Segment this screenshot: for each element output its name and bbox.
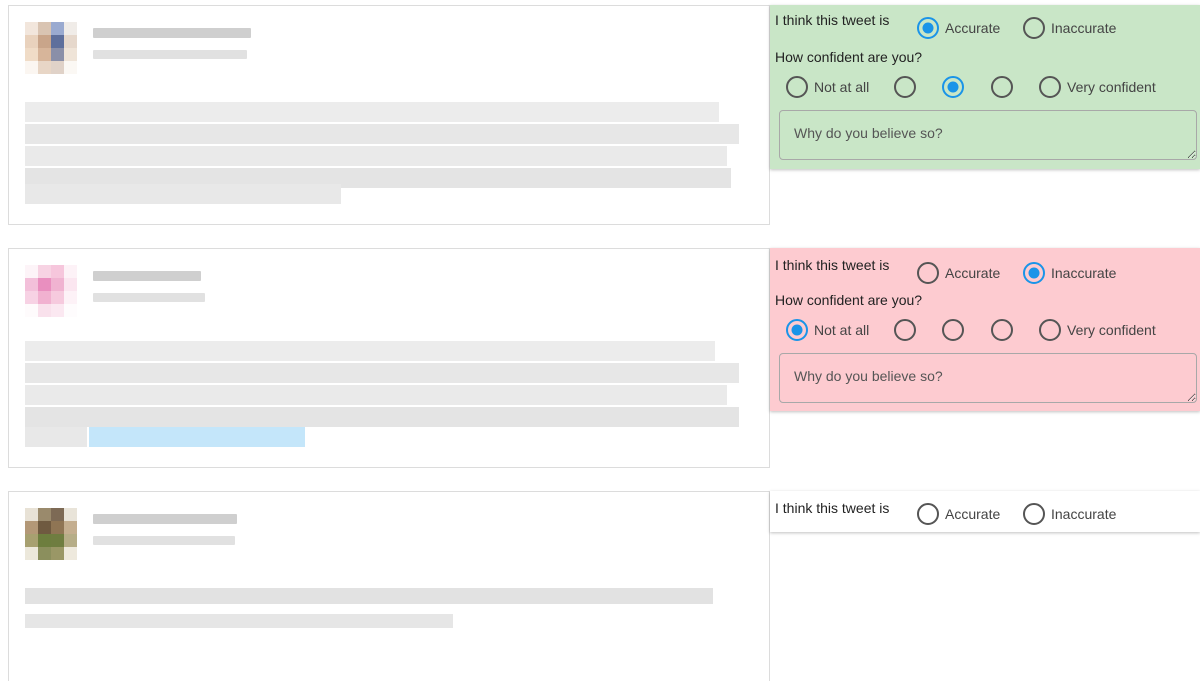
rating-panel: I think this tweet is Accurate Inaccurat… <box>770 248 1200 411</box>
confidence-radio-1-circle[interactable] <box>786 319 808 341</box>
accurate-label: Accurate <box>945 265 1001 281</box>
confidence-radio-2-circle[interactable] <box>894 319 916 341</box>
accurate-radio[interactable]: Accurate <box>917 262 1000 284</box>
accuracy-question: I think this tweet is <box>775 500 890 516</box>
rating-panel: I think this tweet is Accurate Inaccurat… <box>770 491 1200 532</box>
not-at-all-label: Not at all <box>814 322 870 338</box>
author-name <box>93 28 251 38</box>
confidence-radio-5[interactable]: Very confident <box>1039 319 1156 341</box>
inaccurate-radio[interactable]: Inaccurate <box>1023 17 1116 39</box>
confidence-radio-3[interactable] <box>942 76 964 98</box>
author-handle <box>93 536 235 545</box>
confidence-radio-1-circle[interactable] <box>786 76 808 98</box>
accurate-radio[interactable]: Accurate <box>917 503 1000 525</box>
accurate-label: Accurate <box>945 20 1001 36</box>
confidence-question: How confident are you? <box>775 49 923 65</box>
confidence-radio-2-circle[interactable] <box>894 76 916 98</box>
accurate-label: Accurate <box>945 506 1001 522</box>
not-at-all-label: Not at all <box>814 79 870 95</box>
accurate-radio-circle[interactable] <box>917 503 939 525</box>
rating-panel: I think this tweet is Accurate Inaccurat… <box>770 5 1200 169</box>
accurate-radio[interactable]: Accurate <box>917 17 1000 39</box>
confidence-radio-4[interactable] <box>991 76 1013 98</box>
avatar <box>25 508 77 560</box>
tweet-card <box>8 5 770 225</box>
inaccurate-radio[interactable]: Inaccurate <box>1023 503 1116 525</box>
inaccurate-radio-circle[interactable] <box>1023 262 1045 284</box>
avatar <box>25 22 77 74</box>
author-name <box>93 271 201 281</box>
confidence-radio-2[interactable] <box>894 319 916 341</box>
very-confident-label: Very confident <box>1067 79 1156 95</box>
accurate-radio-circle[interactable] <box>917 262 939 284</box>
reason-textarea[interactable] <box>779 110 1197 160</box>
accuracy-question: I think this tweet is <box>775 257 890 273</box>
tweet-card <box>8 248 770 468</box>
tweet-link[interactable] <box>89 427 305 447</box>
inaccurate-label: Inaccurate <box>1051 506 1117 522</box>
confidence-radio-3-circle[interactable] <box>942 76 964 98</box>
author-handle <box>93 50 247 59</box>
inaccurate-radio[interactable]: Inaccurate <box>1023 262 1116 284</box>
inaccurate-radio-circle[interactable] <box>1023 17 1045 39</box>
confidence-radio-4[interactable] <box>991 319 1013 341</box>
author-name <box>93 514 237 524</box>
inaccurate-label: Inaccurate <box>1051 265 1117 281</box>
confidence-radio-5[interactable]: Very confident <box>1039 76 1156 98</box>
reason-textarea[interactable] <box>779 353 1197 403</box>
avatar <box>25 265 77 317</box>
confidence-question: How confident are you? <box>775 292 923 308</box>
confidence-radio-4-circle[interactable] <box>991 319 1013 341</box>
inaccurate-label: Inaccurate <box>1051 20 1117 36</box>
very-confident-label: Very confident <box>1067 322 1156 338</box>
confidence-radio-5-circle[interactable] <box>1039 319 1061 341</box>
confidence-radio-1[interactable]: Not at all <box>786 319 869 341</box>
confidence-radio-1[interactable]: Not at all <box>786 76 869 98</box>
confidence-radio-3[interactable] <box>942 319 964 341</box>
accuracy-question: I think this tweet is <box>775 12 890 28</box>
confidence-radio-3-circle[interactable] <box>942 319 964 341</box>
confidence-radio-4-circle[interactable] <box>991 76 1013 98</box>
author-handle <box>93 293 205 302</box>
confidence-radio-2[interactable] <box>894 76 916 98</box>
confidence-radio-5-circle[interactable] <box>1039 76 1061 98</box>
inaccurate-radio-circle[interactable] <box>1023 503 1045 525</box>
tweet-card <box>8 491 770 681</box>
accurate-radio-circle[interactable] <box>917 17 939 39</box>
